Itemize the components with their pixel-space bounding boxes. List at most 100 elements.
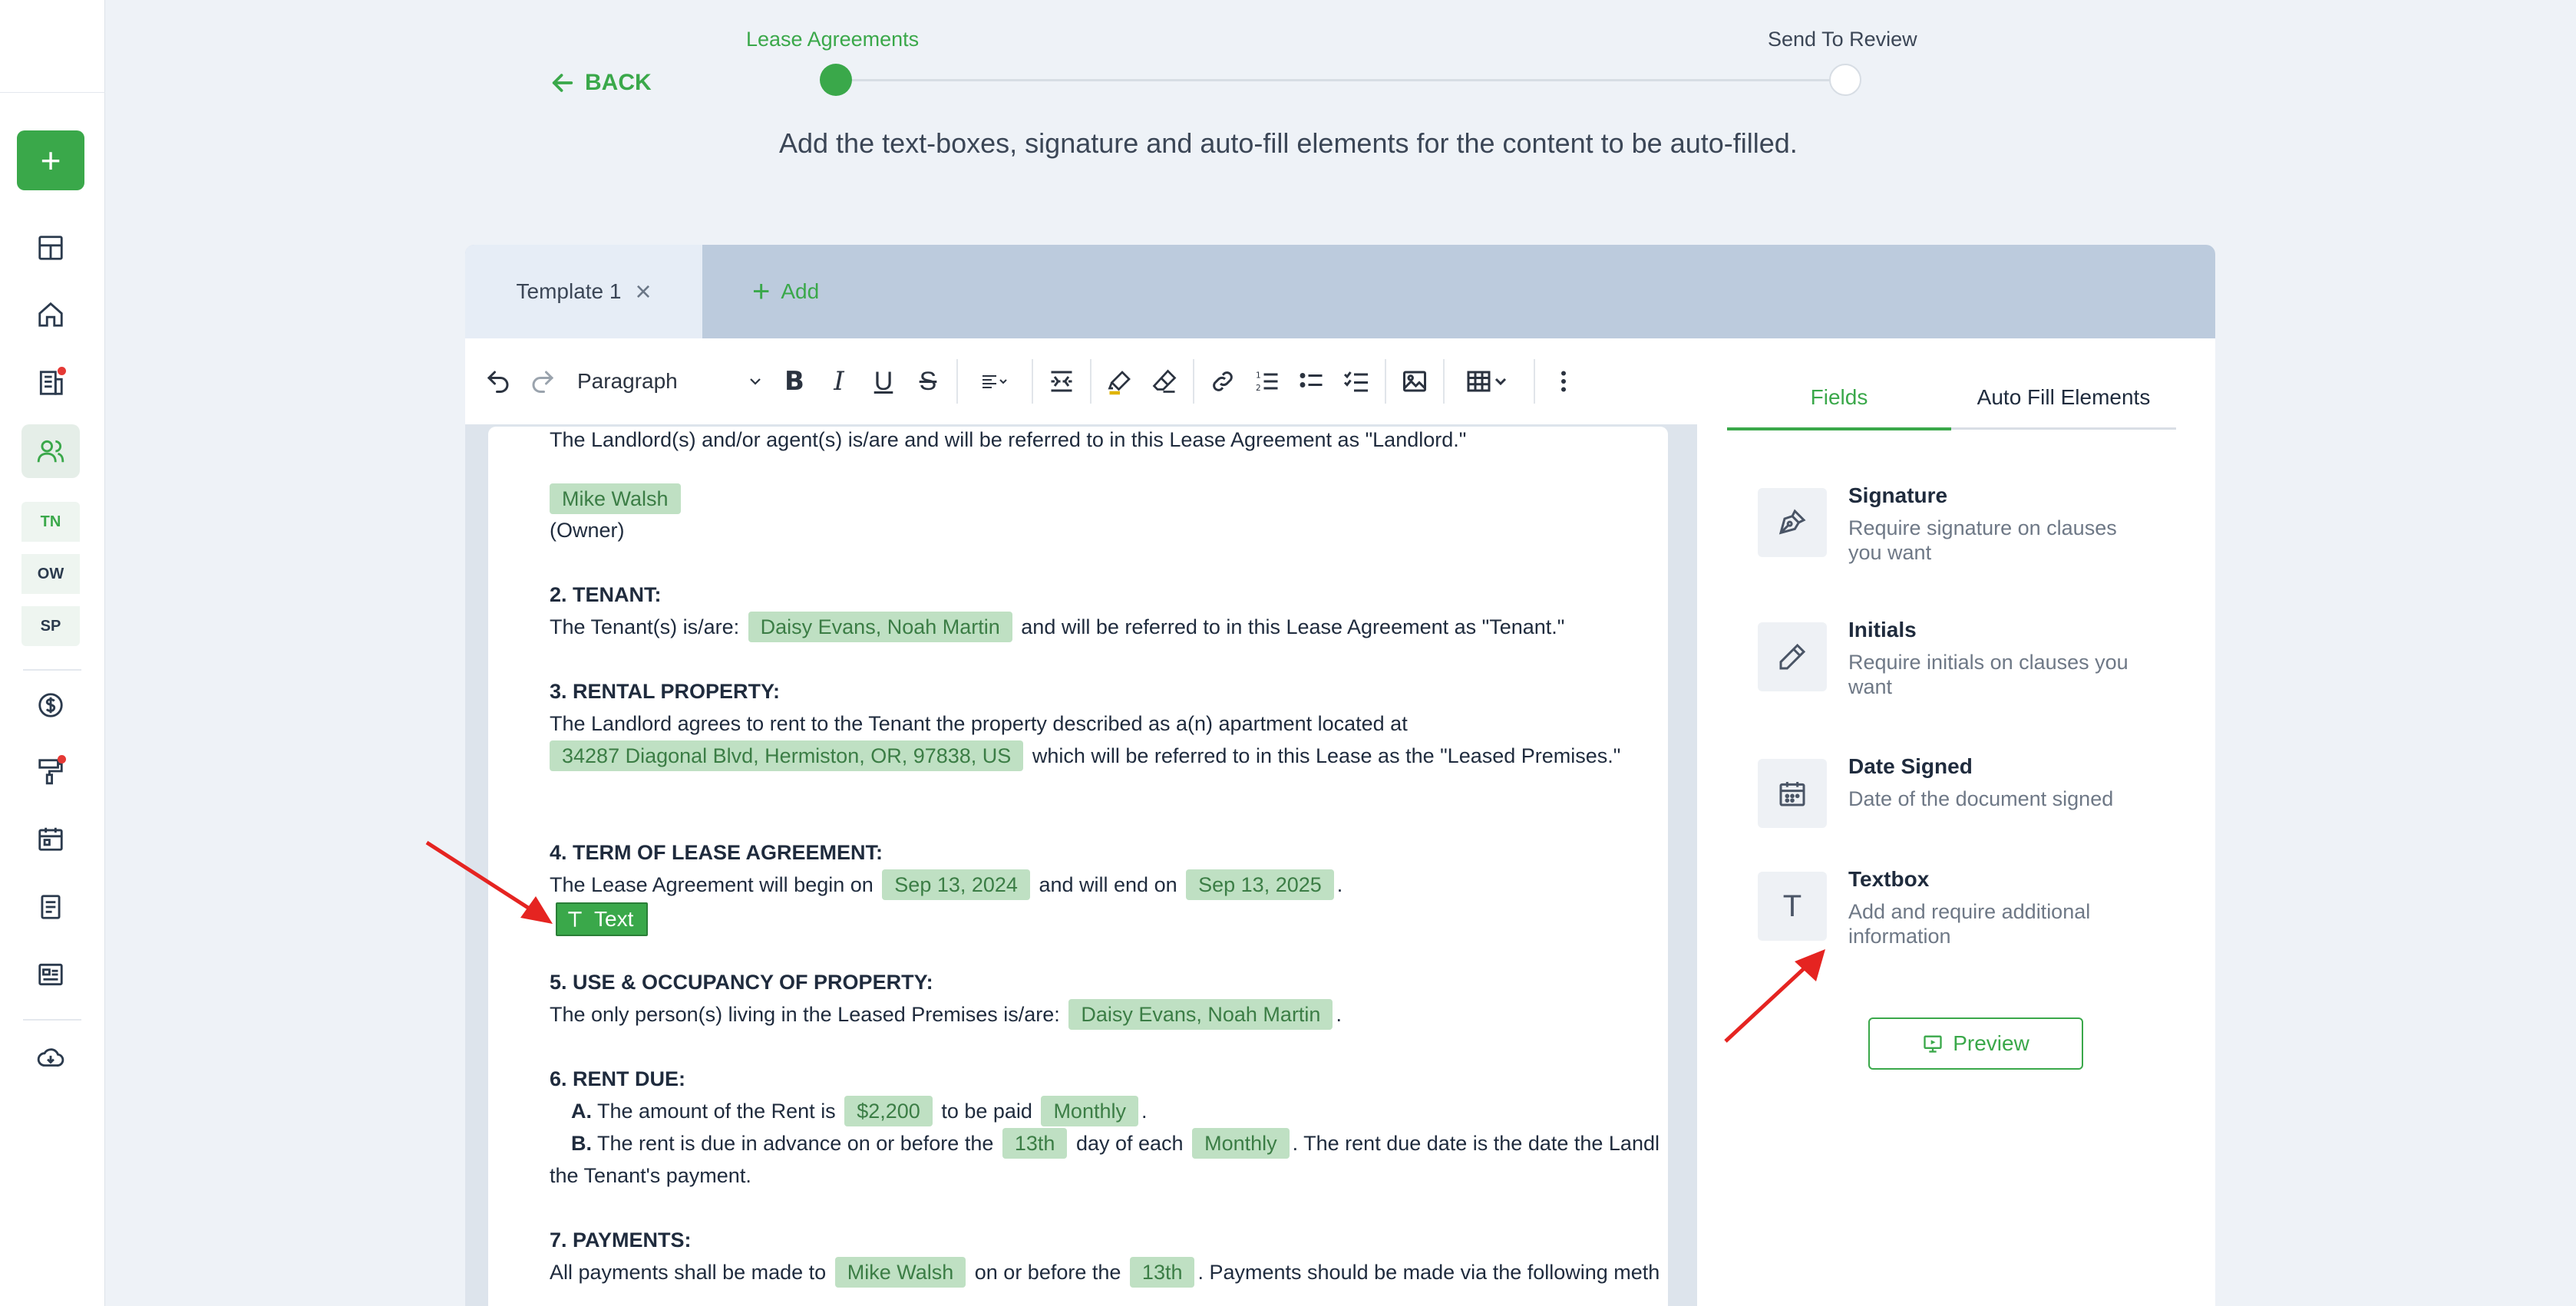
use-heading: 5. USE & OCCUPANCY OF PROPERTY: <box>550 971 933 994</box>
rent-heading: 6. RENT DUE: <box>550 1067 686 1090</box>
field-initials[interactable]: Initials Require initials on clauses you… <box>1758 618 2157 707</box>
paragraph-style-value: Paragraph <box>577 369 678 393</box>
tab-template-1[interactable]: Template 1 × <box>465 245 702 338</box>
rent-a-pre: The amount of the Rent is <box>597 1100 836 1123</box>
svg-text:1: 1 <box>1256 371 1261 381</box>
toolbar-divider <box>1032 359 1033 404</box>
document-page[interactable]: The Landlord(s) and/or agent(s) is/are a… <box>488 427 1668 1306</box>
italic-icon[interactable]: I <box>817 358 861 404</box>
step-send-to-review: Send To Review <box>1768 28 1917 51</box>
sidebar-item-ow[interactable]: OW <box>21 554 80 594</box>
notification-dot <box>58 367 66 375</box>
add-button[interactable]: + <box>17 130 84 190</box>
toolbar-divider <box>1534 359 1535 404</box>
field-description: Add and require additional information <box>1848 900 2091 948</box>
preview-button[interactable]: Preview <box>1868 1017 2083 1070</box>
autofill-chip[interactable]: 13th <box>1002 1128 1068 1159</box>
eraser-icon[interactable] <box>1142 358 1187 404</box>
paint-roller-icon[interactable] <box>21 744 80 798</box>
rent-b-post: . The rent due date is the date the Land… <box>1292 1132 1660 1155</box>
sidebar-divider <box>0 92 105 93</box>
step-dot-active[interactable] <box>820 64 852 96</box>
rent-a-dot: . <box>1141 1100 1148 1123</box>
property-address-line: 34287 Diagonal Blvd, Hermiston, OR, 9783… <box>550 740 1620 772</box>
back-button[interactable]: BACK <box>550 64 652 101</box>
tab-auto-fill-elements[interactable]: Auto Fill Elements <box>1951 368 2176 430</box>
undo-icon[interactable] <box>476 358 520 404</box>
pen-nib-icon <box>1758 488 1827 557</box>
autofill-chip[interactable]: Monthly <box>1192 1128 1290 1159</box>
home-icon[interactable] <box>21 288 80 341</box>
sidebar-item-sp[interactable]: SP <box>21 606 80 646</box>
dashboard-icon[interactable] <box>21 221 80 275</box>
field-title: Initials <box>1848 618 1917 641</box>
calendar-icon[interactable] <box>21 812 80 866</box>
align-icon[interactable] <box>964 358 1025 404</box>
field-date-signed[interactable]: Date Signed Date of the document signed <box>1758 754 2157 828</box>
tenant-line: The Tenant(s) is/are: Daisy Evans, Noah … <box>550 611 1564 643</box>
checklist-icon[interactable] <box>1334 358 1379 404</box>
autofill-chip[interactable]: Daisy Evans, Noah Martin <box>748 612 1012 642</box>
rent-b-label: B. <box>571 1132 592 1155</box>
listing-icon[interactable] <box>21 948 80 1001</box>
field-textbox[interactable]: T Textbox Add and require additional inf… <box>1758 867 2157 956</box>
more-vertical-icon[interactable] <box>1541 358 1586 404</box>
tab-fields[interactable]: Fields <box>1727 368 1951 430</box>
step-dot-inactive[interactable] <box>1829 64 1861 96</box>
svg-text:2: 2 <box>1256 384 1261 393</box>
term-mid: and will end on <box>1039 873 1177 896</box>
table-icon[interactable] <box>1451 358 1527 404</box>
panel-tabs: Fields Auto Fill Elements <box>1727 368 2176 430</box>
strikethrough-icon[interactable]: S <box>906 358 950 404</box>
image-icon[interactable] <box>1392 358 1437 404</box>
autofill-chip[interactable]: Sep 13, 2025 <box>1186 869 1334 900</box>
section-heading: 5. USE & OCCUPANCY OF PROPERTY: <box>550 966 933 998</box>
field-description: Date of the document signed <box>1848 787 2114 810</box>
paragraph-style-select[interactable]: Paragraph <box>565 358 772 404</box>
field-signature[interactable]: Signature Require signature on clauses y… <box>1758 483 2157 572</box>
notification-dot <box>58 755 66 763</box>
pay-heading: 7. PAYMENTS: <box>550 1228 692 1252</box>
toolbar-divider <box>1090 359 1091 404</box>
autofill-chip[interactable]: Mike Walsh <box>550 483 681 514</box>
underline-icon[interactable]: U <box>861 358 906 404</box>
bold-icon[interactable]: B <box>772 358 817 404</box>
cloud-download-icon[interactable] <box>21 1031 80 1085</box>
building-icon[interactable] <box>21 356 80 410</box>
autofill-chip[interactable]: $2,200 <box>844 1096 933 1126</box>
rent-b-line: B. The rent is due in advance on or befo… <box>550 1127 1660 1159</box>
step-lease-agreements: Lease Agreements <box>746 28 920 51</box>
autofill-chip[interactable]: 34287 Diagonal Blvd, Hermiston, OR, 9783… <box>550 740 1024 771</box>
autofill-chip[interactable]: Sep 13, 2024 <box>882 869 1030 900</box>
autofill-chip[interactable]: Daisy Evans, Noah Martin <box>1068 999 1333 1030</box>
section-heading: 2. TENANT: <box>550 579 662 611</box>
highlighter-icon[interactable] <box>1098 358 1142 404</box>
calendar-icon <box>1758 759 1827 828</box>
pay-post: . Payments should be made via the follow… <box>1197 1261 1660 1284</box>
term-pre: The Lease Agreement will begin on <box>550 873 874 896</box>
pay-pre: All payments shall be made to <box>550 1261 827 1284</box>
field-description: Require signature on clauses you want <box>1848 516 2117 564</box>
toolbar-divider <box>1385 359 1386 404</box>
people-icon[interactable] <box>21 424 80 478</box>
editor-toolbar: Paragraph B I U S 12 <box>465 338 1672 424</box>
close-icon[interactable]: × <box>635 275 651 308</box>
use-line: The only person(s) living in the Leased … <box>550 998 1342 1031</box>
dollar-icon[interactable] <box>21 678 80 732</box>
owner-label: (Owner) <box>550 519 625 542</box>
tenant-heading: 2. TENANT: <box>550 583 662 606</box>
textbox-field-widget[interactable]: Text <box>556 902 648 936</box>
autofill-chip[interactable]: Mike Walsh <box>834 1257 966 1288</box>
autofill-chip[interactable]: Monthly <box>1041 1096 1138 1126</box>
bullet-list-icon[interactable] <box>1290 358 1334 404</box>
document-icon[interactable] <box>21 880 80 934</box>
numbered-list-icon[interactable]: 12 <box>1245 358 1290 404</box>
sidebar-item-tn[interactable]: TN <box>21 502 80 542</box>
autofill-chip[interactable]: 13th <box>1129 1257 1195 1288</box>
add-template-button[interactable]: + Add <box>752 245 819 338</box>
link-icon[interactable] <box>1200 358 1245 404</box>
pay-line: All payments shall be made to Mike Walsh… <box>550 1256 1660 1288</box>
rent-b-mid: day of each <box>1075 1132 1184 1155</box>
redo-icon[interactable] <box>520 358 565 404</box>
page-break-icon[interactable] <box>1039 358 1084 404</box>
